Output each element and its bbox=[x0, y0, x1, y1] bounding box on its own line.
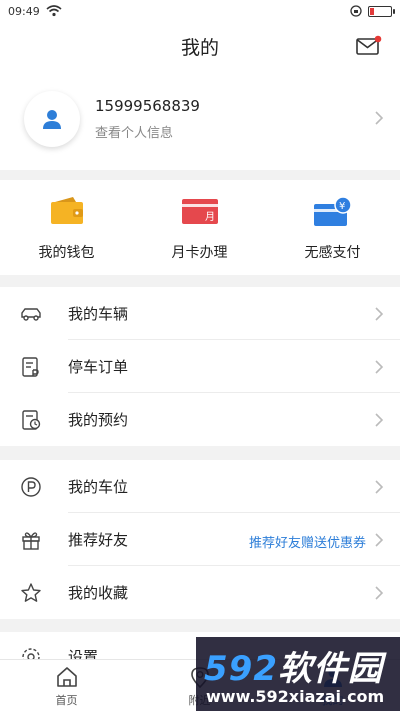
quick-actions: 我的钱包 月 月卡办理 ¥ 无感支付 bbox=[0, 180, 400, 275]
profile-phone: 15999568839 bbox=[95, 97, 200, 115]
monthly-card-icon: 月 bbox=[181, 199, 218, 224]
tab-label: 首页 bbox=[55, 694, 78, 707]
chevron-right-icon bbox=[375, 533, 384, 547]
status-bar: 09:49 bbox=[0, 0, 400, 22]
quick-action-wallet[interactable]: 我的钱包 bbox=[0, 180, 133, 275]
chevron-right-icon bbox=[375, 413, 384, 427]
chevron-right-icon bbox=[375, 586, 384, 600]
car-icon bbox=[21, 308, 41, 321]
menu-item-label: 推荐好友 bbox=[68, 531, 129, 549]
watermark-overlay: 592软件园 www.592xiazai.com bbox=[196, 637, 400, 711]
watermark-brand: 592软件园 bbox=[204, 641, 383, 690]
page-title: 我的 bbox=[180, 37, 219, 59]
profile-card[interactable]: 15999568839 查看个人信息 bbox=[0, 68, 400, 170]
gift-icon bbox=[22, 532, 40, 550]
menu-item-parking-space[interactable]: 我的车位 bbox=[0, 460, 400, 513]
menu-item-label: 我的车位 bbox=[68, 478, 129, 496]
menu-item-label: 我的收藏 bbox=[68, 584, 129, 602]
star-icon bbox=[21, 583, 41, 602]
parking-space-icon bbox=[21, 477, 41, 497]
menu-item-label: 我的预约 bbox=[68, 411, 129, 429]
menu-item-reservations[interactable]: 我的预约 bbox=[0, 393, 400, 446]
chevron-right-icon bbox=[375, 111, 384, 125]
quick-action-contactless-pay[interactable]: ¥ 无感支付 bbox=[266, 180, 399, 275]
referral-promo-text: 推荐好友赠送优惠券 bbox=[248, 536, 366, 551]
quick-action-label: 我的钱包 bbox=[38, 245, 95, 261]
status-time: 09:49 bbox=[8, 4, 40, 18]
menu-group-vehicle: 我的车辆 停车订单 我的预约 bbox=[0, 287, 400, 446]
tab-home[interactable]: 首页 bbox=[0, 660, 133, 711]
quick-action-label: 月卡办理 bbox=[171, 245, 228, 261]
menu-item-parking-orders[interactable]: 停车订单 bbox=[0, 340, 400, 393]
battery-icon bbox=[368, 5, 395, 17]
rotation-lock-icon bbox=[350, 5, 362, 17]
menu-item-label: 我的车辆 bbox=[68, 305, 129, 323]
chevron-right-icon bbox=[375, 480, 384, 494]
contactless-pay-icon: ¥ bbox=[313, 196, 352, 226]
watermark-brand-number: 592 bbox=[204, 649, 278, 689]
top-nav-bar: 我的 bbox=[0, 22, 400, 68]
mail-icon[interactable] bbox=[356, 35, 382, 57]
quick-action-monthly-card[interactable]: 月 月卡办理 bbox=[133, 180, 266, 275]
user-icon bbox=[43, 110, 61, 129]
menu-item-refer-friends[interactable]: 推荐好友 推荐好友赠送优惠券 bbox=[0, 513, 400, 566]
avatar[interactable] bbox=[24, 91, 80, 147]
home-icon bbox=[56, 667, 77, 687]
chevron-right-icon bbox=[375, 307, 384, 321]
menu-group-social: 我的车位 推荐好友 推荐好友赠送优惠券 我的收藏 bbox=[0, 460, 400, 619]
menu-item-favorites[interactable]: 我的收藏 bbox=[0, 566, 400, 619]
watermark-url: www.592xiazai.com bbox=[206, 687, 385, 706]
watermark-brand-text: 软件园 bbox=[277, 649, 383, 689]
pay-badge: ¥ bbox=[339, 201, 345, 212]
reservation-icon bbox=[22, 410, 41, 430]
menu-item-my-vehicles[interactable]: 我的车辆 bbox=[0, 287, 400, 340]
menu-item-label: 停车订单 bbox=[68, 358, 129, 376]
chevron-right-icon bbox=[375, 360, 384, 374]
profile-subtitle: 查看个人信息 bbox=[95, 126, 174, 141]
parking-order-icon bbox=[22, 357, 39, 377]
wallet-icon bbox=[50, 197, 83, 224]
monthly-card-badge: 月 bbox=[205, 211, 215, 223]
wifi-icon bbox=[46, 5, 62, 17]
quick-action-label: 无感支付 bbox=[304, 245, 361, 261]
